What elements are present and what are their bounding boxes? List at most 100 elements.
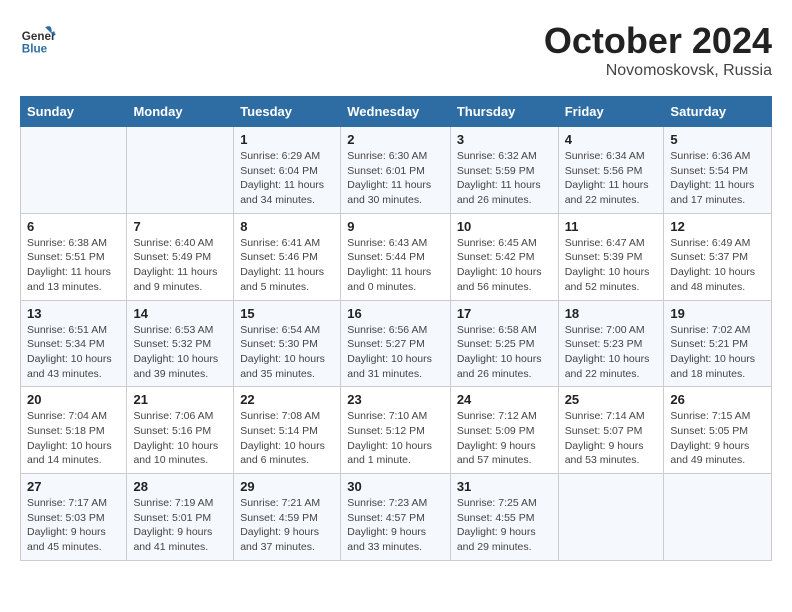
day-number: 11 <box>565 219 658 234</box>
day-number: 19 <box>670 306 765 321</box>
calendar-cell: 17 Sunrise: 6:58 AM Sunset: 5:25 PM Dayli… <box>450 300 558 387</box>
calendar-cell: 28Sunrise: 7:19 AM Sunset: 5:01 PM Dayli… <box>127 474 234 561</box>
day-number: 30 <box>347 479 444 494</box>
day-number: 8 <box>240 219 334 234</box>
title-block: October 2024 Novomoskovsk, Russia <box>544 20 772 80</box>
calendar-cell: 1 Sunrise: 6:29 AM Sunset: 6:04 PM Daylig… <box>234 127 341 214</box>
month-title: October 2024 <box>544 20 772 62</box>
day-number: 5 <box>670 132 765 147</box>
day-number: 2 <box>347 132 444 147</box>
logo-icon: General Blue <box>20 20 56 56</box>
calendar-cell: 9 Sunrise: 6:43 AM Sunset: 5:44 PM Daylig… <box>341 213 451 300</box>
day-info: Sunrise: 6:41 AM Sunset: 5:46 PM Dayligh… <box>240 236 334 295</box>
page-header: General Blue October 2024 Novomoskovsk, … <box>20 20 772 80</box>
calendar-cell: 11 Sunrise: 6:47 AM Sunset: 5:39 PM Dayli… <box>558 213 664 300</box>
calendar-cell: 25Sunrise: 7:14 AM Sunset: 5:07 PM Dayli… <box>558 387 664 474</box>
day-info: Sunrise: 6:56 AM Sunset: 5:27 PM Dayligh… <box>347 323 444 382</box>
day-number: 9 <box>347 219 444 234</box>
day-number: 3 <box>457 132 552 147</box>
day-info: Sunrise: 6:32 AM Sunset: 5:59 PM Dayligh… <box>457 149 552 208</box>
day-info: Sunrise: 6:30 AM Sunset: 6:01 PM Dayligh… <box>347 149 444 208</box>
day-number: 20 <box>27 392 120 407</box>
weekday-header-row: SundayMondayTuesdayWednesdayThursdayFrid… <box>21 97 772 127</box>
weekday-header: Tuesday <box>234 97 341 127</box>
day-number: 4 <box>565 132 658 147</box>
calendar-cell: 5Sunrise: 6:36 AM Sunset: 5:54 PM Daylig… <box>664 127 772 214</box>
logo: General Blue <box>20 20 56 56</box>
calendar-cell: 22Sunrise: 7:08 AM Sunset: 5:14 PM Dayli… <box>234 387 341 474</box>
calendar-cell: 26 Sunrise: 7:15 AM Sunset: 5:05 PM Dayli… <box>664 387 772 474</box>
calendar-cell: 14 Sunrise: 6:53 AM Sunset: 5:32 PM Dayli… <box>127 300 234 387</box>
day-info: Sunrise: 7:02 AM Sunset: 5:21 PM Dayligh… <box>670 323 765 382</box>
day-number: 29 <box>240 479 334 494</box>
day-info: Sunrise: 7:15 AM Sunset: 5:05 PM Dayligh… <box>670 409 765 468</box>
svg-text:Blue: Blue <box>22 42 48 55</box>
day-number: 14 <box>133 306 227 321</box>
day-info: Sunrise: 6:29 AM Sunset: 6:04 PM Dayligh… <box>240 149 334 208</box>
calendar-week-row: 20 Sunrise: 7:04 AM Sunset: 5:18 PM Dayli… <box>21 387 772 474</box>
calendar-cell: 4Sunrise: 6:34 AM Sunset: 5:56 PM Daylig… <box>558 127 664 214</box>
day-info: Sunrise: 6:49 AM Sunset: 5:37 PM Dayligh… <box>670 236 765 295</box>
day-info: Sunrise: 6:47 AM Sunset: 5:39 PM Dayligh… <box>565 236 658 295</box>
day-info: Sunrise: 6:53 AM Sunset: 5:32 PM Dayligh… <box>133 323 227 382</box>
day-number: 26 <box>670 392 765 407</box>
calendar-cell: 7Sunrise: 6:40 AM Sunset: 5:49 PM Daylig… <box>127 213 234 300</box>
calendar-table: SundayMondayTuesdayWednesdayThursdayFrid… <box>20 96 772 561</box>
day-number: 28 <box>133 479 227 494</box>
calendar-cell: 30 Sunrise: 7:23 AM Sunset: 4:57 PM Dayli… <box>341 474 451 561</box>
day-info: Sunrise: 7:08 AM Sunset: 5:14 PM Dayligh… <box>240 409 334 468</box>
day-info: Sunrise: 7:04 AM Sunset: 5:18 PM Dayligh… <box>27 409 120 468</box>
calendar-cell: 10 Sunrise: 6:45 AM Sunset: 5:42 PM Dayli… <box>450 213 558 300</box>
calendar-cell: 31 Sunrise: 7:25 AM Sunset: 4:55 PM Dayli… <box>450 474 558 561</box>
calendar-cell: 2 Sunrise: 6:30 AM Sunset: 6:01 PM Daylig… <box>341 127 451 214</box>
calendar-cell: 20 Sunrise: 7:04 AM Sunset: 5:18 PM Dayli… <box>21 387 127 474</box>
day-number: 10 <box>457 219 552 234</box>
day-number: 15 <box>240 306 334 321</box>
day-info: Sunrise: 7:21 AM Sunset: 4:59 PM Dayligh… <box>240 496 334 555</box>
calendar-cell: 23Sunrise: 7:10 AM Sunset: 5:12 PM Dayli… <box>341 387 451 474</box>
weekday-header: Thursday <box>450 97 558 127</box>
weekday-header: Saturday <box>664 97 772 127</box>
calendar-cell <box>558 474 664 561</box>
day-number: 7 <box>133 219 227 234</box>
day-number: 17 <box>457 306 552 321</box>
calendar-cell <box>21 127 127 214</box>
calendar-cell: 15 Sunrise: 6:54 AM Sunset: 5:30 PM Dayli… <box>234 300 341 387</box>
calendar-cell: 21 Sunrise: 7:06 AM Sunset: 5:16 PM Dayli… <box>127 387 234 474</box>
weekday-header: Wednesday <box>341 97 451 127</box>
weekday-header: Sunday <box>21 97 127 127</box>
day-info: Sunrise: 6:54 AM Sunset: 5:30 PM Dayligh… <box>240 323 334 382</box>
calendar-week-row: 13Sunrise: 6:51 AM Sunset: 5:34 PM Dayli… <box>21 300 772 387</box>
calendar-cell: 16 Sunrise: 6:56 AM Sunset: 5:27 PM Dayli… <box>341 300 451 387</box>
day-info: Sunrise: 6:58 AM Sunset: 5:25 PM Dayligh… <box>457 323 552 382</box>
day-info: Sunrise: 6:45 AM Sunset: 5:42 PM Dayligh… <box>457 236 552 295</box>
calendar-cell: 18 Sunrise: 7:00 AM Sunset: 5:23 PM Dayli… <box>558 300 664 387</box>
calendar-week-row: 1 Sunrise: 6:29 AM Sunset: 6:04 PM Daylig… <box>21 127 772 214</box>
weekday-header: Friday <box>558 97 664 127</box>
calendar-cell: 3 Sunrise: 6:32 AM Sunset: 5:59 PM Daylig… <box>450 127 558 214</box>
calendar-cell: 12Sunrise: 6:49 AM Sunset: 5:37 PM Dayli… <box>664 213 772 300</box>
day-info: Sunrise: 7:06 AM Sunset: 5:16 PM Dayligh… <box>133 409 227 468</box>
day-number: 27 <box>27 479 120 494</box>
day-number: 21 <box>133 392 227 407</box>
day-info: Sunrise: 6:38 AM Sunset: 5:51 PM Dayligh… <box>27 236 120 295</box>
day-number: 16 <box>347 306 444 321</box>
calendar-week-row: 6 Sunrise: 6:38 AM Sunset: 5:51 PM Daylig… <box>21 213 772 300</box>
calendar-cell <box>664 474 772 561</box>
calendar-cell: 8 Sunrise: 6:41 AM Sunset: 5:46 PM Daylig… <box>234 213 341 300</box>
day-info: Sunrise: 7:23 AM Sunset: 4:57 PM Dayligh… <box>347 496 444 555</box>
day-info: Sunrise: 7:00 AM Sunset: 5:23 PM Dayligh… <box>565 323 658 382</box>
day-number: 31 <box>457 479 552 494</box>
day-info: Sunrise: 6:43 AM Sunset: 5:44 PM Dayligh… <box>347 236 444 295</box>
weekday-header: Monday <box>127 97 234 127</box>
day-number: 18 <box>565 306 658 321</box>
calendar-cell: 29 Sunrise: 7:21 AM Sunset: 4:59 PM Dayli… <box>234 474 341 561</box>
location: Novomoskovsk, Russia <box>544 62 772 80</box>
day-number: 13 <box>27 306 120 321</box>
calendar-week-row: 27Sunrise: 7:17 AM Sunset: 5:03 PM Dayli… <box>21 474 772 561</box>
calendar-cell: 19 Sunrise: 7:02 AM Sunset: 5:21 PM Dayli… <box>664 300 772 387</box>
day-info: Sunrise: 7:25 AM Sunset: 4:55 PM Dayligh… <box>457 496 552 555</box>
day-number: 6 <box>27 219 120 234</box>
day-number: 1 <box>240 132 334 147</box>
day-info: Sunrise: 7:12 AM Sunset: 5:09 PM Dayligh… <box>457 409 552 468</box>
